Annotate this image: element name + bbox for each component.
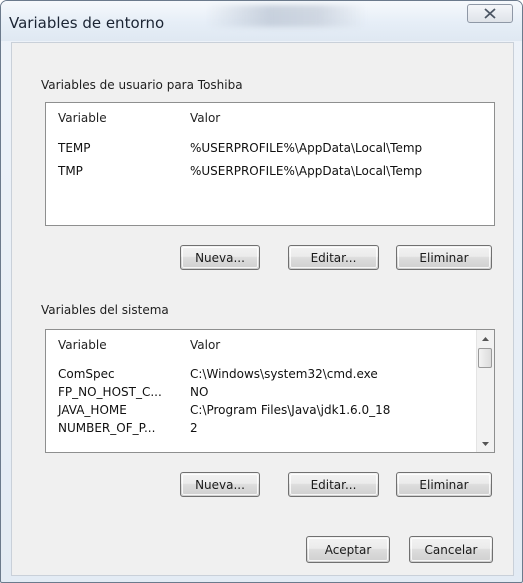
variable-value: C:\Program Files\Java\jdk1.6.0_18 (190, 403, 391, 417)
dialog-body: Variables de usuario para Toshiba Variab… (11, 42, 514, 576)
column-header-value[interactable]: Valor (190, 338, 220, 352)
scroll-down-button[interactable] (477, 435, 494, 452)
list-item[interactable]: TEMP %USERPROFILE%\AppData\Local\Temp (46, 141, 494, 158)
variable-value: 2 (190, 421, 198, 435)
button-label: Nueva... (195, 250, 245, 265)
list-header: Variable Valor (46, 330, 494, 358)
cancel-button[interactable]: Cancelar (409, 536, 493, 563)
title-bar[interactable]: Variables de entorno (1, 1, 522, 41)
user-delete-button[interactable]: Eliminar (396, 245, 492, 270)
title-bar-glass (206, 5, 366, 27)
scroll-up-button[interactable] (477, 330, 494, 347)
column-header-value[interactable]: Valor (190, 111, 220, 125)
variable-value: %USERPROFILE%\AppData\Local\Temp (190, 141, 423, 155)
user-new-button[interactable]: Nueva... (180, 245, 260, 270)
list-item[interactable]: JAVA_HOME C:\Program Files\Java\jdk1.6.0… (46, 403, 494, 420)
scroll-up-arrow-icon (482, 336, 489, 341)
variable-name: TEMP (58, 141, 91, 155)
system-delete-button[interactable]: Eliminar (396, 472, 492, 497)
system-new-button[interactable]: Nueva... (180, 472, 260, 497)
list-item[interactable]: ComSpec C:\Windows\system32\cmd.exe (46, 367, 494, 384)
environment-variables-dialog: Variables de entorno Variables de usuari… (0, 0, 523, 583)
variable-value: NO (190, 385, 209, 399)
variable-value: C:\Windows\system32\cmd.exe (190, 367, 378, 381)
list-item[interactable]: FP_NO_HOST_C... NO (46, 385, 494, 402)
user-variables-list[interactable]: Variable Valor TEMP %USERPROFILE%\AppDat… (45, 102, 495, 226)
window-title: Variables de entorno (9, 14, 165, 32)
vertical-scrollbar[interactable] (476, 330, 494, 452)
variable-name: NUMBER_OF_P... (58, 421, 156, 435)
close-icon (484, 8, 496, 19)
button-label: Editar... (310, 477, 357, 492)
button-label: Editar... (310, 250, 357, 265)
button-label: Eliminar (419, 477, 469, 492)
list-header: Variable Valor (46, 103, 494, 131)
variable-name: FP_NO_HOST_C... (58, 385, 162, 399)
button-label: Cancelar (424, 542, 478, 557)
system-variables-list[interactable]: Variable Valor ComSpec C:\Windows\system… (45, 329, 495, 453)
variable-name: ComSpec (58, 367, 115, 381)
variable-name: TMP (58, 164, 83, 178)
user-variables-label: Variables de usuario para Toshiba (41, 78, 243, 92)
column-header-variable[interactable]: Variable (58, 111, 107, 125)
variable-name: JAVA_HOME (58, 403, 127, 417)
column-header-variable[interactable]: Variable (58, 338, 107, 352)
scrollbar-thumb[interactable] (478, 348, 492, 368)
ok-button[interactable]: Aceptar (306, 536, 390, 563)
list-item[interactable]: TMP %USERPROFILE%\AppData\Local\Temp (46, 164, 494, 181)
button-label: Eliminar (419, 250, 469, 265)
button-label: Nueva... (195, 477, 245, 492)
user-edit-button[interactable]: Editar... (288, 245, 379, 270)
list-item[interactable]: NUMBER_OF_P... 2 (46, 421, 494, 438)
button-label: Aceptar (324, 542, 372, 557)
close-button[interactable] (467, 4, 513, 23)
scroll-down-arrow-icon (482, 441, 489, 446)
system-edit-button[interactable]: Editar... (288, 472, 379, 497)
variable-value: %USERPROFILE%\AppData\Local\Temp (190, 164, 423, 178)
system-variables-label: Variables del sistema (41, 303, 169, 317)
